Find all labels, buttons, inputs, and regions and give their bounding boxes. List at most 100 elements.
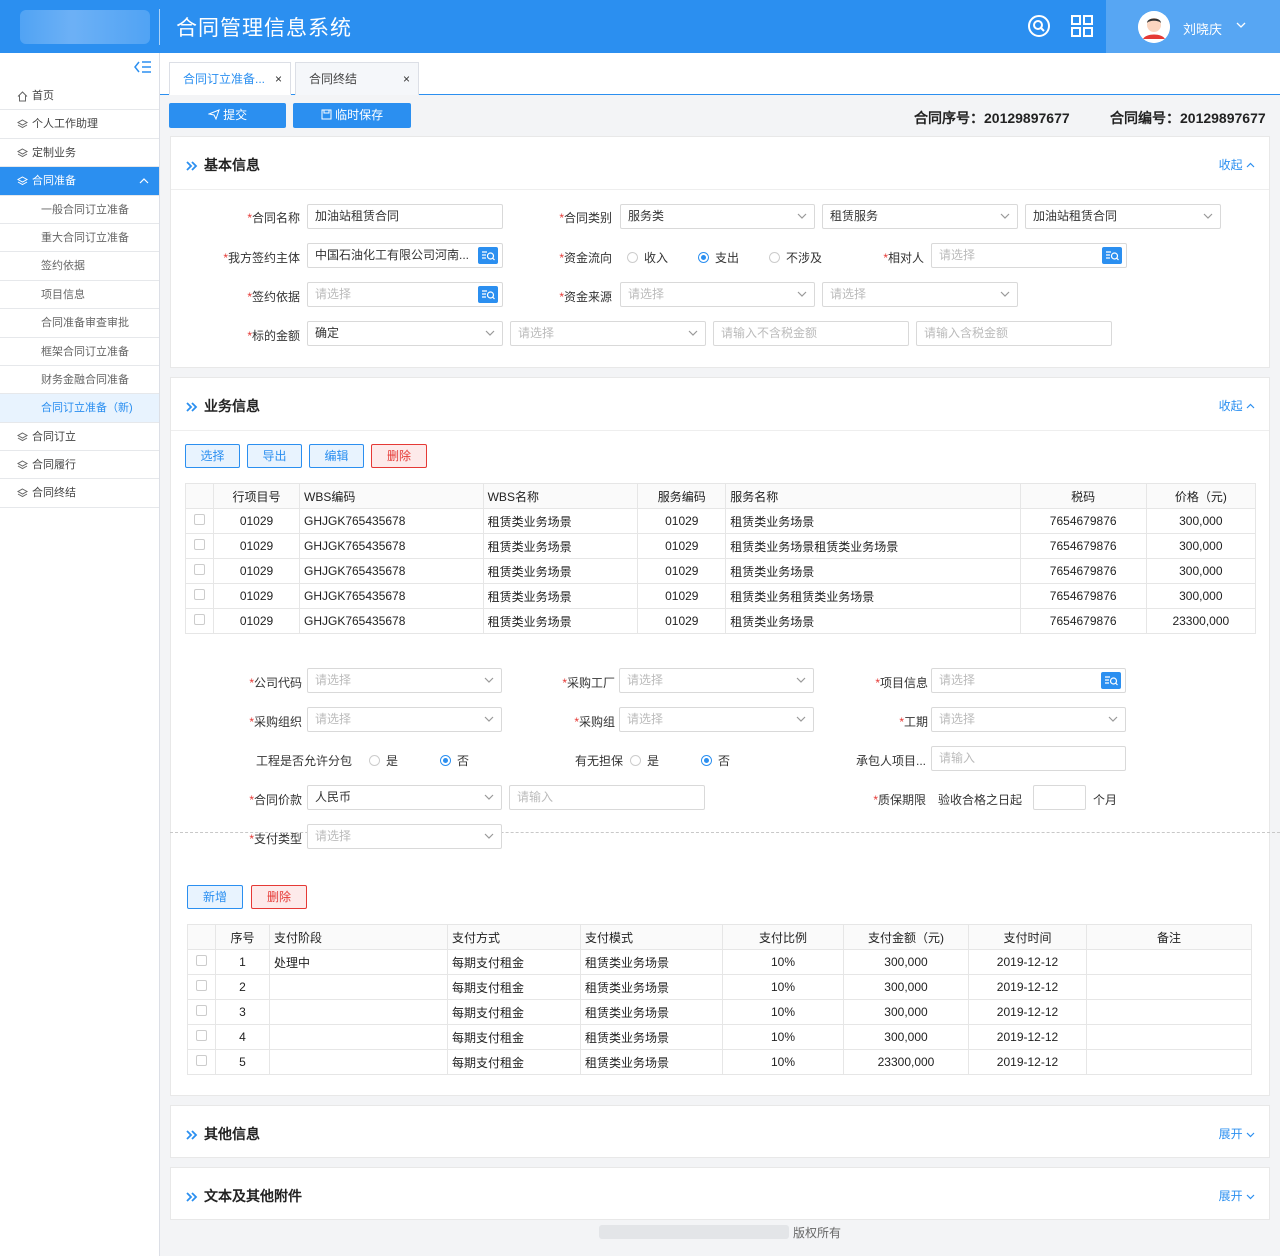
project-info-field[interactable]: 请选择 <box>931 668 1126 693</box>
table-row[interactable]: 01029 GHJGK765435678 租赁类业务场景 01029 租赁类业务场景 76… <box>185 508 1257 534</box>
select-button[interactable]: 选择 <box>185 444 240 468</box>
amount-type-select[interactable]: 确定 <box>307 321 503 346</box>
search-picker-icon[interactable] <box>1102 247 1122 264</box>
search-icon[interactable] <box>1027 14 1051 38</box>
row-checkbox[interactable] <box>194 614 205 625</box>
price-input[interactable]: 请输入 <box>509 785 705 810</box>
expand-toggle[interactable]: 展开 <box>1219 1125 1255 1142</box>
basis-field[interactable]: 请选择 <box>307 282 503 307</box>
radio-expense[interactable]: 支出 <box>698 249 739 266</box>
search-picker-icon[interactable] <box>478 247 498 264</box>
sidebar-item[interactable]: 框架合同订立准备 <box>0 338 159 366</box>
sidebar-item[interactable]: 个人工作助理 <box>0 110 159 139</box>
table-row[interactable]: 01029 GHJGK765435678 租赁类业务场景 01029 租赁类业务租赁类业… <box>185 583 1257 609</box>
user-menu[interactable]: 刘晓庆 <box>1106 0 1280 53</box>
sidebar-item[interactable]: 财务金融合同准备 <box>0 366 159 395</box>
contract-type-select-1[interactable]: 服务类 <box>620 204 815 229</box>
company-code-select[interactable]: 请选择 <box>307 668 502 693</box>
collapse-toggle[interactable]: 收起 <box>1219 397 1255 414</box>
sidebar-item[interactable]: 签约依据 <box>0 252 159 281</box>
payment-type-select[interactable]: 请选择 <box>307 824 502 849</box>
double-chevron-icon <box>186 402 198 412</box>
edit-button[interactable]: 编辑 <box>309 444 364 468</box>
close-icon[interactable]: × <box>403 63 410 95</box>
fund-flow-label: *资金流向 <box>559 251 612 265</box>
table-row[interactable]: 01029 GHJGK765435678 租赁类业务场景 01029 租赁类业务场景 76… <box>185 558 1257 584</box>
subcontract-no-radio[interactable]: 否 <box>440 752 469 769</box>
party-field[interactable]: 中国石油化工有限公司河南... <box>307 243 503 268</box>
row-checkbox[interactable] <box>196 1030 207 1041</box>
amount-incl-tax-input[interactable]: 请输入含税金额 <box>916 321 1112 346</box>
purchase-org-select[interactable]: 请选择 <box>307 707 502 732</box>
sidebar-menu: 首页 个人工作助理 定制业务 合同准备 一般合同订立准备 重大合同订立准备 签约依据 项目信息… <box>0 82 159 508</box>
search-picker-icon[interactable] <box>1101 672 1121 689</box>
add-payment-button[interactable]: 新增 <box>187 885 243 909</box>
sidebar-item[interactable]: 一般合同订立准备 <box>0 196 159 224</box>
sidebar-item[interactable]: 合同订立 <box>0 423 159 452</box>
counterparty-field[interactable]: 请选择 <box>931 243 1127 268</box>
table-row[interactable]: 1 处理中 每期支付租金 租赁类业务场景 10% 300,000 2019-12-12 <box>187 949 1252 975</box>
sidebar-item[interactable]: 项目信息 <box>0 281 159 310</box>
row-checkbox[interactable] <box>194 539 205 550</box>
table-row[interactable]: 4 每期支付租金 租赁类业务场景 10% 300,000 2019-12-12 <box>187 1024 1252 1050</box>
tab-contract-end[interactable]: 合同终结 × <box>295 62 419 95</box>
tab-contract-prep[interactable]: 合同订立准备... × <box>169 62 291 95</box>
fund-source-select-1[interactable]: 请选择 <box>620 282 815 307</box>
sidebar-item[interactable]: 合同准备 <box>0 167 159 196</box>
sidebar-item[interactable]: 首页 <box>0 82 159 111</box>
delete-button[interactable]: 删除 <box>371 444 427 468</box>
contract-type-select-3[interactable]: 加油站租赁合同 <box>1025 204 1221 229</box>
row-checkbox[interactable] <box>196 1055 207 1066</box>
contract-name-field[interactable]: 加油站租赁合同 <box>307 204 503 229</box>
search-picker-icon[interactable] <box>478 286 498 303</box>
row-checkbox[interactable] <box>194 564 205 575</box>
amount-excl-tax-input[interactable]: 请输入不含税金额 <box>713 321 909 346</box>
sidebar-item[interactable]: 合同准备审查审批 <box>0 309 159 338</box>
row-checkbox[interactable] <box>194 589 205 600</box>
row-checkbox[interactable] <box>196 1005 207 1016</box>
purchase-org-label: *采购组织 <box>249 715 302 729</box>
purchase-factory-select[interactable]: 请选择 <box>619 668 814 693</box>
sidebar-item[interactable]: 合同订立准备（新) <box>0 394 159 423</box>
table-row[interactable]: 3 每期支付租金 租赁类业务场景 10% 300,000 2019-12-12 <box>187 999 1252 1025</box>
contractor-input[interactable]: 请输入 <box>931 746 1126 771</box>
duration-select[interactable]: 请选择 <box>931 707 1126 732</box>
table-row[interactable]: 01029 GHJGK765435678 租赁类业务场景 01029 租赁类业务场景 76… <box>185 608 1257 634</box>
radio-not-involved[interactable]: 不涉及 <box>769 249 822 266</box>
delete-payment-button[interactable]: 删除 <box>251 885 307 909</box>
purchase-group-select[interactable]: 请选择 <box>619 707 814 732</box>
row-checkbox[interactable] <box>194 514 205 525</box>
chevron-down-icon <box>1000 291 1010 297</box>
collapse-toggle[interactable]: 收起 <box>1219 156 1255 173</box>
table-cell: 01029 <box>637 533 727 559</box>
sidebar-item[interactable]: 合同终结 <box>0 479 159 508</box>
table-row[interactable]: 2 每期支付租金 租赁类业务场景 10% 300,000 2019-12-12 <box>187 974 1252 1000</box>
submit-button[interactable]: 提交 <box>169 103 286 128</box>
sidebar-item[interactable]: 重大合同订立准备 <box>0 224 159 253</box>
column-header: 价格（元) <box>1145 483 1257 509</box>
collapse-menu-icon[interactable] <box>134 59 152 75</box>
guarantee-yes-radio[interactable]: 是 <box>630 752 659 769</box>
row-checkbox[interactable] <box>196 980 207 991</box>
sidebar-item[interactable]: 合同履行 <box>0 451 159 480</box>
close-icon[interactable]: × <box>275 63 282 95</box>
apps-grid-icon[interactable] <box>1070 14 1094 38</box>
table-row[interactable]: 5 每期支付租金 租赁类业务场景 10% 23300,000 2019-12-12 <box>187 1049 1252 1075</box>
currency-select[interactable]: 人民币 <box>307 785 502 810</box>
guarantee-no-radio[interactable]: 否 <box>701 752 730 769</box>
expand-toggle[interactable]: 展开 <box>1219 1187 1255 1204</box>
radio-income[interactable]: 收入 <box>627 249 668 266</box>
fund-source-select-2[interactable]: 请选择 <box>822 282 1018 307</box>
amount-select-2[interactable]: 请选择 <box>510 321 706 346</box>
sidebar-item[interactable]: 定制业务 <box>0 139 159 168</box>
avatar <box>1138 11 1170 43</box>
column-header: WBS编码 <box>299 483 484 509</box>
subcontract-yes-radio[interactable]: 是 <box>369 752 398 769</box>
warranty-months-input[interactable] <box>1033 785 1086 810</box>
row-checkbox[interactable] <box>196 955 207 966</box>
temp-save-button[interactable]: 临时保存 <box>293 103 411 128</box>
contract-type-select-2[interactable]: 租赁服务 <box>822 204 1018 229</box>
export-button[interactable]: 导出 <box>247 444 302 468</box>
table-row[interactable]: 01029 GHJGK765435678 租赁类业务场景 01029 租赁类业务场景租赁… <box>185 533 1257 559</box>
table-cell: GHJGK765435678 <box>299 583 484 609</box>
